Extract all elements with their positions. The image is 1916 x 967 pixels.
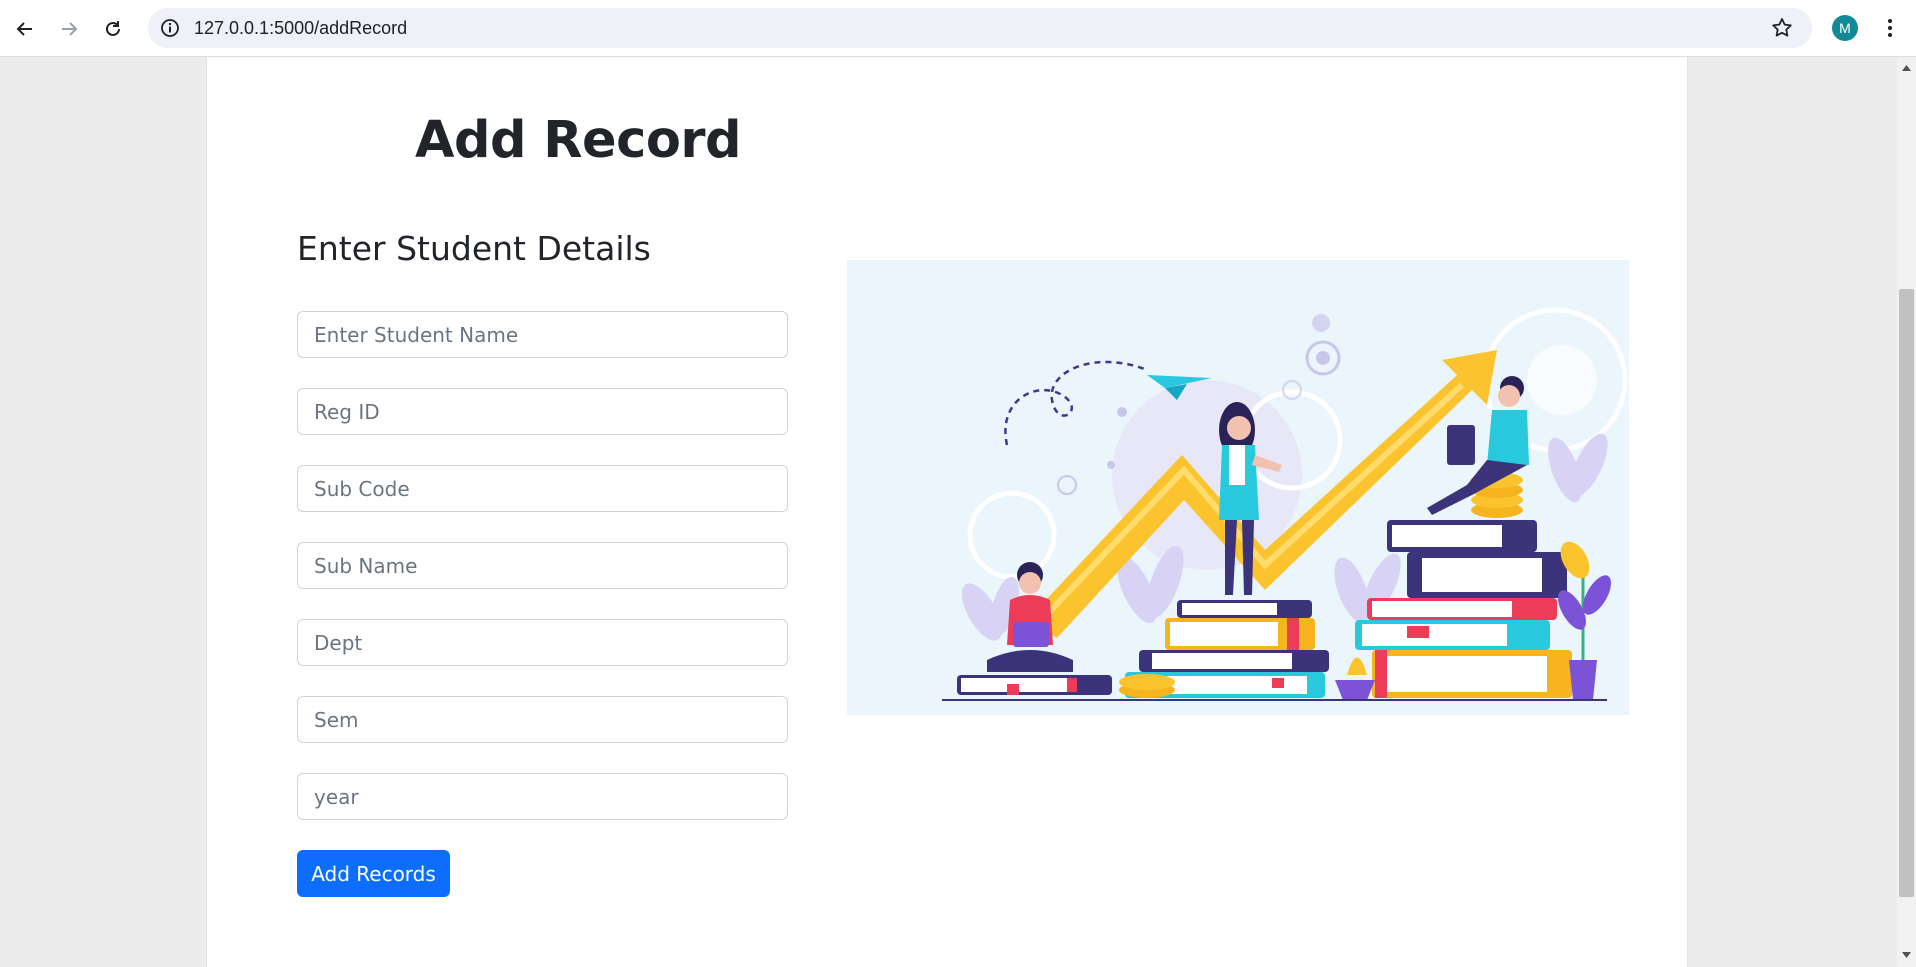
sub-name-input[interactable] bbox=[297, 542, 788, 589]
arrow-left-icon bbox=[16, 22, 32, 36]
scroll-down-arrow-icon[interactable] bbox=[1901, 950, 1912, 960]
reload-icon bbox=[106, 21, 120, 36]
page-viewport: Add Record Enter Student Details Add Rec… bbox=[0, 57, 1897, 967]
bookmark-star-icon[interactable] bbox=[1770, 16, 1794, 40]
student-name-input[interactable] bbox=[297, 311, 788, 358]
scrollbar-thumb[interactable] bbox=[1899, 289, 1914, 897]
back-button[interactable] bbox=[10, 14, 40, 44]
year-input[interactable] bbox=[297, 773, 788, 820]
reg-id-input[interactable] bbox=[297, 388, 788, 435]
content-container: Add Record Enter Student Details Add Rec… bbox=[206, 57, 1688, 967]
address-bar[interactable]: 127.0.0.1:5000/addRecord bbox=[148, 8, 1812, 48]
scroll-up-arrow-icon[interactable] bbox=[1901, 63, 1912, 73]
profile-avatar[interactable]: M bbox=[1832, 15, 1858, 41]
dept-input[interactable] bbox=[297, 619, 788, 666]
sem-input[interactable] bbox=[297, 696, 788, 743]
forward-button[interactable] bbox=[54, 14, 84, 44]
site-info-icon[interactable] bbox=[160, 18, 180, 38]
page-title: Add Record bbox=[414, 111, 742, 170]
url-text[interactable]: 127.0.0.1:5000/addRecord bbox=[194, 18, 407, 38]
more-vert-icon bbox=[1888, 19, 1892, 37]
page-scrollbar[interactable] bbox=[1897, 57, 1916, 967]
students-growth-illustration bbox=[847, 260, 1629, 715]
reload-button[interactable] bbox=[98, 14, 128, 44]
profile-initial: M bbox=[1839, 20, 1851, 36]
arrow-right-icon bbox=[62, 22, 78, 36]
sub-code-input[interactable] bbox=[297, 465, 788, 512]
browser-toolbar: 127.0.0.1:5000/addRecord M bbox=[0, 0, 1916, 57]
browser-menu-button[interactable] bbox=[1878, 14, 1902, 42]
add-records-button[interactable]: Add Records bbox=[297, 850, 450, 897]
form-heading: Enter Student Details bbox=[297, 229, 651, 268]
